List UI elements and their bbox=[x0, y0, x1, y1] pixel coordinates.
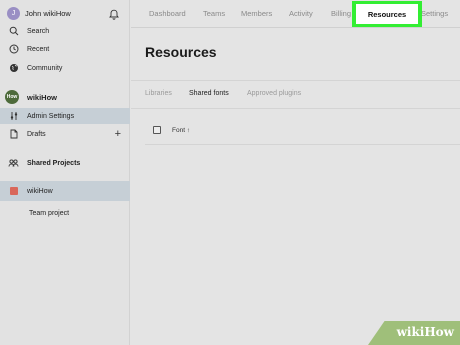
avatar[interactable]: J bbox=[7, 6, 20, 20]
divider bbox=[145, 144, 460, 145]
people-icon bbox=[8, 158, 19, 169]
team-header[interactable]: How wikiHow bbox=[5, 89, 125, 105]
sidebar-item-community[interactable]: Community bbox=[0, 60, 130, 76]
subtab-shared-fonts[interactable]: Shared fonts bbox=[189, 90, 229, 97]
subtab-approved-plugins[interactable]: Approved plugins bbox=[247, 90, 301, 97]
sidebar-item-label: Community bbox=[27, 64, 63, 72]
file-icon bbox=[8, 129, 19, 140]
tab-activity[interactable]: Activity bbox=[289, 9, 313, 18]
main-content: Dashboard Teams Members Activity Billing… bbox=[131, 0, 460, 345]
team-logo: How bbox=[5, 90, 19, 104]
sidebar-item-label: Drafts bbox=[27, 130, 46, 138]
user-menu[interactable]: J John wikiHow bbox=[7, 6, 125, 20]
sidebar-item-project-wikihow[interactable]: wikiHow bbox=[0, 181, 130, 201]
divider bbox=[131, 80, 460, 81]
divider bbox=[131, 108, 460, 109]
sidebar: J John wikiHow Search Recent Community H… bbox=[0, 0, 130, 345]
sidebar-item-team-project[interactable]: Team project bbox=[0, 205, 130, 221]
sidebar-item-recent[interactable]: Recent bbox=[0, 41, 130, 57]
tab-dashboard[interactable]: Dashboard bbox=[149, 9, 186, 18]
tab-resources-highlight: Resources bbox=[352, 1, 422, 27]
sidebar-item-drafts[interactable]: Drafts + bbox=[0, 126, 130, 142]
user-name[interactable]: John wikiHow bbox=[25, 9, 71, 18]
add-draft-icon[interactable]: + bbox=[115, 128, 121, 140]
column-header-font[interactable]: Font ↑ bbox=[172, 127, 190, 134]
sidebar-item-label: Admin Settings bbox=[27, 112, 75, 120]
sidebar-item-search[interactable]: Search bbox=[0, 23, 130, 39]
table-header: Font ↑ bbox=[153, 126, 190, 134]
top-nav: Dashboard Teams Members Activity Billing… bbox=[131, 0, 460, 28]
project-color-icon bbox=[8, 186, 19, 197]
search-icon bbox=[8, 26, 19, 37]
sliders-icon bbox=[8, 111, 19, 122]
tab-members[interactable]: Members bbox=[241, 9, 272, 18]
clock-icon bbox=[8, 44, 19, 55]
tab-resources[interactable]: Resources bbox=[356, 4, 418, 24]
tab-settings[interactable]: Settings bbox=[421, 9, 448, 18]
tab-teams[interactable]: Teams bbox=[203, 9, 225, 18]
sidebar-item-label: wikiHow bbox=[27, 187, 53, 195]
select-all-checkbox[interactable] bbox=[153, 126, 161, 134]
subtab-libraries[interactable]: Libraries bbox=[145, 90, 172, 97]
sidebar-item-label: Recent bbox=[27, 45, 50, 53]
watermark-text: wikiHow bbox=[396, 325, 454, 339]
sidebar-item-admin-settings[interactable]: Admin Settings bbox=[0, 108, 130, 124]
sidebar-item-label: Search bbox=[27, 27, 50, 35]
team-name[interactable]: wikiHow bbox=[27, 93, 57, 102]
globe-icon bbox=[8, 63, 19, 74]
sidebar-item-label: Team project bbox=[29, 209, 70, 217]
sidebar-item-shared-projects[interactable]: Shared Projects bbox=[0, 155, 130, 171]
sidebar-item-label: Shared Projects bbox=[27, 159, 81, 167]
tab-billing[interactable]: Billing bbox=[331, 9, 351, 18]
page-title: Resources bbox=[145, 44, 217, 60]
